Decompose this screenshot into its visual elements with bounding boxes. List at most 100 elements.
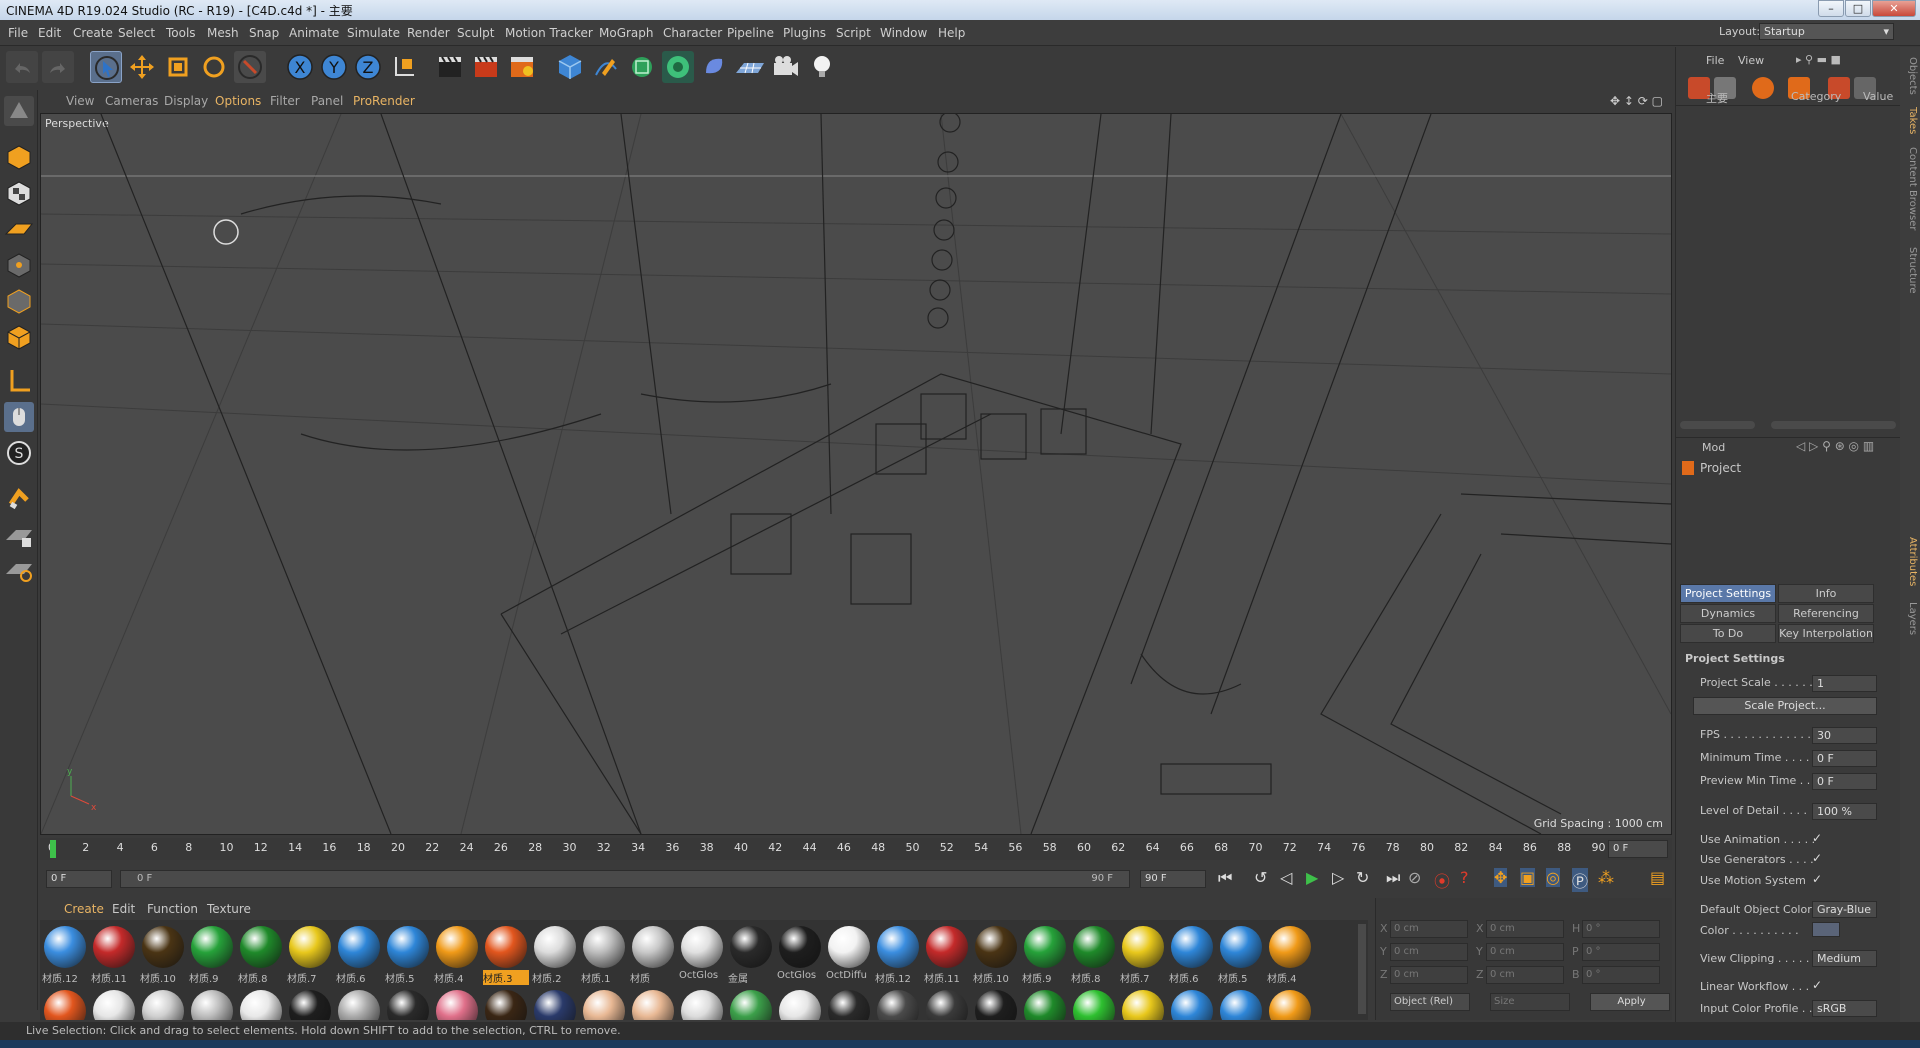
prev-key-icon[interactable]: ↺ <box>1254 868 1267 887</box>
vp-menu-cameras[interactable]: Cameras <box>105 94 158 108</box>
material-item[interactable] <box>973 988 1019 1020</box>
material-item[interactable]: 材质.2 <box>532 924 578 985</box>
autokey-icon[interactable]: ? <box>1460 868 1469 887</box>
material-item[interactable]: 材质.6 <box>336 924 382 985</box>
play-icon[interactable]: ▶ <box>1306 868 1318 887</box>
playhead[interactable] <box>50 840 56 858</box>
material-item[interactable]: 材质.8 <box>1071 924 1117 985</box>
mat-menu-create[interactable]: Create <box>64 902 104 916</box>
render-settings-button[interactable] <box>506 51 538 83</box>
vp-menu-filter[interactable]: Filter <box>270 94 300 108</box>
make-editable-button[interactable] <box>4 96 34 126</box>
material-item[interactable]: 材质.9 <box>1022 924 1068 985</box>
material-item[interactable]: 材质.6 <box>1169 924 1215 985</box>
menu-script[interactable]: Script <box>836 26 871 40</box>
recent-tool-button[interactable] <box>234 51 266 83</box>
timeline-menu-icon[interactable]: ▤ <box>1650 868 1665 887</box>
menu-render[interactable]: Render <box>407 26 450 40</box>
material-item[interactable] <box>532 988 578 1020</box>
record-icon[interactable]: ⦿ <box>1434 868 1450 892</box>
material-item[interactable]: 金属 <box>728 924 774 985</box>
redo-button[interactable] <box>42 51 74 83</box>
material-item[interactable] <box>826 988 872 1020</box>
light-button[interactable] <box>806 51 838 83</box>
start-frame-field[interactable]: 0 F <box>46 870 112 888</box>
mat-menu-edit[interactable]: Edit <box>112 902 135 916</box>
go-to-start-icon[interactable]: ⏮ <box>1218 868 1232 888</box>
material-item[interactable]: 材质.1 <box>581 924 627 985</box>
material-item[interactable] <box>581 988 627 1020</box>
mat-menu-texture[interactable]: Texture <box>207 902 251 916</box>
lod-field[interactable]: 100 % <box>1812 803 1877 820</box>
objects-toolbar-icons[interactable]: ▸ ⚲ ▬ ■ <box>1796 53 1841 66</box>
attr-mode-menu[interactable]: Mod <box>1702 441 1725 454</box>
material-item[interactable] <box>42 988 88 1020</box>
mat-menu-function[interactable]: Function <box>147 902 198 916</box>
material-scrollbar[interactable] <box>1358 924 1366 1014</box>
menu-snap[interactable]: Snap <box>249 26 279 40</box>
minimize-button[interactable]: – <box>1818 0 1844 17</box>
polygons-mode-button[interactable] <box>4 322 34 352</box>
size-z-field[interactable]: 0 cm <box>1486 966 1564 984</box>
material-item[interactable] <box>140 988 186 1020</box>
move-button[interactable] <box>126 51 158 83</box>
menu-pipeline[interactable]: Pipeline <box>727 26 774 40</box>
tab-project-settings[interactable]: Project Settings <box>1680 584 1776 603</box>
material-item[interactable]: 材质.7 <box>287 924 333 985</box>
material-item[interactable]: 材质 <box>630 924 676 985</box>
material-item[interactable] <box>1218 988 1264 1020</box>
material-item[interactable]: 材质.10 <box>973 924 1019 985</box>
side-tab-structure[interactable]: Structure <box>1902 247 1918 294</box>
next-key-icon[interactable]: ↻ <box>1356 868 1369 887</box>
position-z-field[interactable]: 0 cm <box>1390 966 1468 984</box>
end-frame-field[interactable]: 90 F <box>1140 870 1206 888</box>
material-item[interactable] <box>91 988 137 1020</box>
use-animation-checkbox[interactable]: ✓ <box>1812 831 1822 845</box>
lock-workplane-button[interactable] <box>4 522 34 552</box>
material-item[interactable]: 材质.3 <box>483 924 529 985</box>
material-item[interactable] <box>679 988 725 1020</box>
edges-mode-button[interactable] <box>4 286 34 316</box>
camera-button[interactable] <box>770 51 802 83</box>
objects-scrollbar-h[interactable] <box>1680 421 1755 429</box>
apply-button[interactable]: Apply <box>1590 993 1670 1011</box>
size-x-field[interactable]: 0 cm <box>1486 920 1564 938</box>
project-scale-field[interactable]: 1 <box>1812 675 1877 692</box>
tab-info[interactable]: Info <box>1778 584 1874 603</box>
material-item[interactable] <box>1071 988 1117 1020</box>
viewport[interactable]: Perspective yx Grid Spacing : 1000 cm <box>40 113 1672 835</box>
vp-menu-view[interactable]: View <box>66 94 94 108</box>
color-swatch[interactable] <box>1812 922 1840 937</box>
default-object-color-select[interactable]: Gray-Blue <box>1812 901 1877 918</box>
material-item[interactable] <box>189 988 235 1020</box>
key-pla-icon[interactable]: ⁂ <box>1598 868 1614 887</box>
cube-button[interactable] <box>554 51 586 83</box>
menu-select[interactable]: Select <box>118 26 155 40</box>
use-motion-system-checkbox[interactable]: ✓ <box>1812 872 1822 886</box>
coordinate-system-button[interactable] <box>388 51 420 83</box>
material-item[interactable]: 材质.4 <box>434 924 480 985</box>
material-item[interactable] <box>1120 988 1166 1020</box>
side-tab-objects[interactable]: Objects <box>1902 57 1918 95</box>
prev-frame-icon[interactable]: ◁ <box>1280 868 1292 887</box>
y-axis-button[interactable]: Y <box>318 51 350 83</box>
menu-help[interactable]: Help <box>938 26 965 40</box>
material-item[interactable] <box>728 988 774 1020</box>
side-tab-attributes[interactable]: Attributes <box>1902 537 1918 586</box>
material-item[interactable]: 材质.4 <box>1267 924 1313 985</box>
magnet-button[interactable] <box>4 484 34 514</box>
model-mode-button[interactable] <box>4 142 34 172</box>
z-axis-button[interactable]: Z <box>352 51 384 83</box>
menu-tools[interactable]: Tools <box>166 26 196 40</box>
material-item[interactable] <box>1267 988 1313 1020</box>
menu-character[interactable]: Character <box>663 26 722 40</box>
render-to-picture-viewer-button[interactable] <box>470 51 502 83</box>
vp-menu-options[interactable]: Options <box>215 94 261 108</box>
next-frame-icon[interactable]: ▷ <box>1332 868 1344 887</box>
pen-button[interactable] <box>590 51 622 83</box>
key-rotation-icon[interactable]: ◎ <box>1546 868 1560 887</box>
scale-button[interactable] <box>162 51 194 83</box>
key-param-icon[interactable]: Ⓟ <box>1572 868 1589 892</box>
render-view-button[interactable] <box>434 51 466 83</box>
material-item[interactable]: 材质.10 <box>140 924 186 985</box>
